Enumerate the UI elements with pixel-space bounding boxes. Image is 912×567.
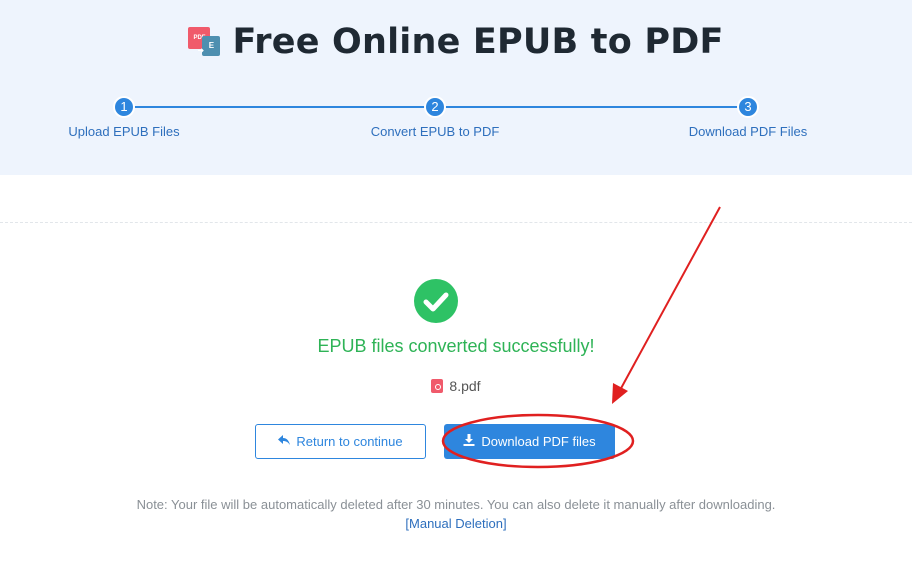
reply-arrow-icon [278, 434, 291, 449]
logo-epub-badge: E [202, 36, 221, 56]
step-1-label: Upload EPUB Files [68, 124, 180, 139]
success-message: EPUB files converted successfully! [317, 336, 595, 356]
page-title: Free Online EPUB to PDF [232, 22, 724, 62]
step-3-label: Download PDF Files [688, 124, 808, 139]
annotation-arrow-line [618, 206, 721, 393]
page: PDF E ➜ Free Online EPUB to PDF 1 Upload… [0, 0, 912, 567]
download-icon [463, 434, 475, 449]
step-1-dot: 1 [113, 96, 135, 118]
epub-to-pdf-logo-icon: PDF E ➜ [188, 27, 222, 57]
manual-deletion-link[interactable]: [Manual Deletion] [0, 516, 912, 531]
file-name[interactable]: 8.pdf [449, 378, 480, 394]
step-3-dot: 3 [737, 96, 759, 118]
logo-arrow-icon: ➜ [197, 46, 205, 55]
section-divider [0, 222, 912, 223]
download-button-label: Download PDF files [481, 434, 596, 449]
step-2-dot: 2 [424, 96, 446, 118]
return-to-continue-button[interactable]: Return to continue [255, 424, 426, 459]
header: PDF E ➜ Free Online EPUB to PDF 1 Upload… [0, 0, 912, 175]
result-file: 8.pdf [0, 378, 912, 394]
pdf-file-icon [431, 379, 444, 393]
check-circle-icon [414, 279, 458, 323]
title-row: PDF E ➜ Free Online EPUB to PDF [0, 22, 912, 62]
return-button-label: Return to continue [296, 434, 403, 449]
download-pdf-files-button[interactable]: Download PDF files [444, 424, 615, 459]
step-2-label: Convert EPUB to PDF [370, 124, 500, 139]
deletion-note: Note: Your file will be automatically de… [136, 497, 776, 512]
